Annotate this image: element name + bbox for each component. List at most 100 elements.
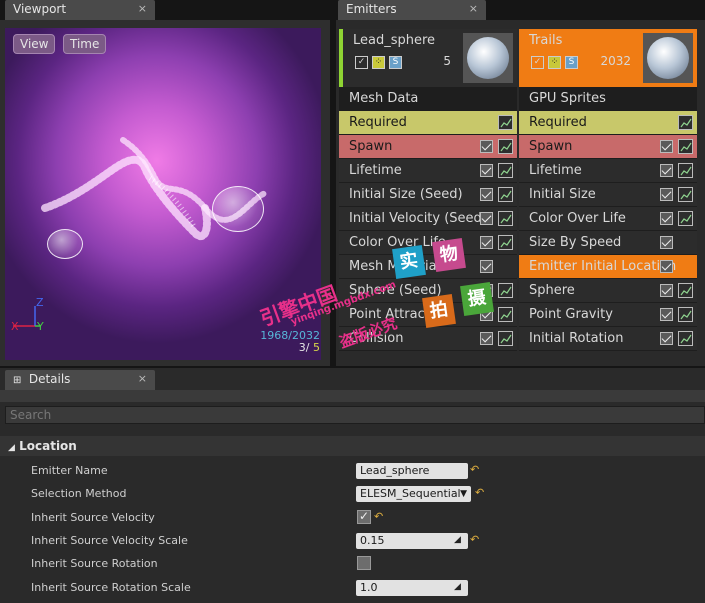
view-button[interactable]: View xyxy=(13,34,56,54)
module-row[interactable]: Point Gravity xyxy=(519,303,697,327)
close-icon[interactable]: × xyxy=(138,370,147,388)
dots-icon[interactable]: ⁘ xyxy=(548,56,561,69)
property-label: Inherit Source Rotation Scale xyxy=(31,580,191,594)
module-enable-checkbox[interactable] xyxy=(660,284,673,297)
watermark-badge: 物 xyxy=(432,238,466,272)
curve-graph-icon[interactable] xyxy=(498,307,513,322)
module-row[interactable]: Initial Velocity (Seed) xyxy=(339,207,517,231)
category-label: Location xyxy=(19,439,77,453)
reset-arrow-icon[interactable]: ↶ xyxy=(470,533,479,546)
module-label: Initial Size (Seed) xyxy=(349,187,463,202)
module-row[interactable]: Spawn xyxy=(339,135,517,159)
details-panel: ⊞ Details × Search ◢ Location Emitter Na… xyxy=(0,368,705,603)
module-enable-checkbox[interactable] xyxy=(480,236,493,249)
module-enable-checkbox[interactable] xyxy=(480,164,493,177)
curve-graph-icon[interactable] xyxy=(498,235,513,250)
stats-current: 3/ xyxy=(298,341,310,354)
module-enable-checkbox[interactable] xyxy=(660,188,673,201)
curve-graph-icon[interactable] xyxy=(498,283,513,298)
time-button[interactable]: Time xyxy=(63,34,107,54)
module-label: Sphere xyxy=(529,283,575,298)
close-icon[interactable]: × xyxy=(469,0,478,18)
tab-emitters[interactable]: Emitters × xyxy=(338,0,486,20)
module-enable-checkbox[interactable] xyxy=(660,260,673,273)
curve-graph-icon[interactable] xyxy=(678,187,693,202)
module-row[interactable]: Sphere xyxy=(519,279,697,303)
module-enable-checkbox[interactable] xyxy=(660,140,673,153)
curve-graph-icon[interactable] xyxy=(498,139,513,154)
curve-graph-icon[interactable] xyxy=(678,139,693,154)
curve-graph-icon[interactable] xyxy=(678,163,693,178)
reset-arrow-icon[interactable]: ↶ xyxy=(374,510,383,523)
module-row[interactable]: Size By Speed xyxy=(519,231,697,255)
emitter-particle-count: 5 xyxy=(443,54,451,68)
emitter-name-field[interactable]: Lead_sphere xyxy=(356,463,468,479)
axis-z-label: Z xyxy=(36,296,44,309)
module-label: Initial Size xyxy=(529,187,596,202)
emitter-header[interactable]: Trails ✓ ⁘ S 2032 xyxy=(519,29,697,87)
module-row[interactable]: Color Over Life xyxy=(519,207,697,231)
module-row[interactable]: Emitter Initial Location xyxy=(519,255,697,279)
emitter-type-row[interactable]: GPU Sprites xyxy=(519,87,697,111)
checkbox[interactable]: ✓ xyxy=(357,509,371,524)
module-enable-checkbox[interactable] xyxy=(660,308,673,321)
tab-viewport[interactable]: Viewport × xyxy=(5,0,155,20)
module-row[interactable]: Lifetime xyxy=(519,159,697,183)
number-field[interactable]: 0.15 xyxy=(356,532,468,549)
curve-graph-icon[interactable] xyxy=(498,115,513,130)
module-row[interactable]: Initial Size (Seed) xyxy=(339,183,517,207)
emitter-header[interactable]: Lead_sphere ✓ ⁘ S 5 xyxy=(339,29,517,87)
module-enable-checkbox[interactable] xyxy=(660,332,673,345)
module-enable-checkbox[interactable] xyxy=(480,260,493,273)
reset-arrow-icon[interactable]: ↶ xyxy=(470,463,479,476)
module-row[interactable]: Required xyxy=(339,111,517,135)
emitter-column[interactable]: Trails ✓ ⁘ S 2032 GPU Sprites Required Spawn Lif… xyxy=(519,29,697,351)
emitter-type-row[interactable]: Mesh Data xyxy=(339,87,517,111)
curve-graph-icon[interactable] xyxy=(678,283,693,298)
curve-graph-icon[interactable] xyxy=(498,163,513,178)
property-row: Inherit Source Rotation Scale 1.0 ◢ xyxy=(0,577,705,600)
module-enable-checkbox[interactable] xyxy=(480,140,493,153)
module-row[interactable]: Mesh Material xyxy=(339,255,517,279)
curve-graph-icon[interactable] xyxy=(678,115,693,130)
module-enable-checkbox[interactable] xyxy=(660,236,673,249)
property-label: Inherit Source Velocity xyxy=(31,510,155,524)
module-enable-checkbox[interactable] xyxy=(480,188,493,201)
checkbox[interactable] xyxy=(357,556,371,571)
enable-checkbox-icon[interactable]: ✓ xyxy=(531,56,544,69)
curve-graph-icon[interactable] xyxy=(498,211,513,226)
solo-icon[interactable]: S xyxy=(389,56,402,69)
curve-graph-icon[interactable] xyxy=(678,307,693,322)
emitter-particle-count: 2032 xyxy=(600,54,631,68)
dots-icon[interactable]: ⁘ xyxy=(372,56,385,69)
module-label: Spawn xyxy=(349,139,393,154)
enable-checkbox-icon[interactable]: ✓ xyxy=(355,56,368,69)
number-field[interactable]: 1.0 xyxy=(356,579,468,596)
category-location[interactable]: ◢ Location xyxy=(0,436,705,456)
selection-method-dropdown[interactable]: ELESM_Sequential ▼ xyxy=(356,486,471,503)
drag-handle-icon[interactable]: ◢ xyxy=(454,582,461,592)
watermark-badge: 拍 xyxy=(422,294,456,328)
module-enable-checkbox[interactable] xyxy=(660,212,673,225)
module-label: Point Gravity xyxy=(529,307,613,322)
module-enable-checkbox[interactable] xyxy=(480,212,493,225)
curve-graph-icon[interactable] xyxy=(678,211,693,226)
close-icon[interactable]: × xyxy=(138,0,147,18)
module-row[interactable]: Required xyxy=(519,111,697,135)
search-input[interactable]: Search xyxy=(5,406,705,424)
module-enable-checkbox[interactable] xyxy=(660,164,673,177)
module-row[interactable]: Color Over Life xyxy=(339,231,517,255)
module-row[interactable]: Spawn xyxy=(519,135,697,159)
drag-handle-icon[interactable]: ◢ xyxy=(454,535,461,545)
module-row[interactable]: Initial Rotation xyxy=(519,327,697,351)
curve-graph-icon[interactable] xyxy=(498,331,513,346)
module-row[interactable]: Lifetime xyxy=(339,159,517,183)
tab-details[interactable]: ⊞ Details × xyxy=(5,370,155,390)
solo-icon[interactable]: S xyxy=(565,56,578,69)
module-enable-checkbox[interactable] xyxy=(480,332,493,345)
curve-graph-icon[interactable] xyxy=(678,331,693,346)
reset-arrow-icon[interactable]: ↶ xyxy=(475,486,484,499)
chevron-down-icon: ▼ xyxy=(460,489,467,500)
curve-graph-icon[interactable] xyxy=(498,187,513,202)
module-row[interactable]: Initial Size xyxy=(519,183,697,207)
